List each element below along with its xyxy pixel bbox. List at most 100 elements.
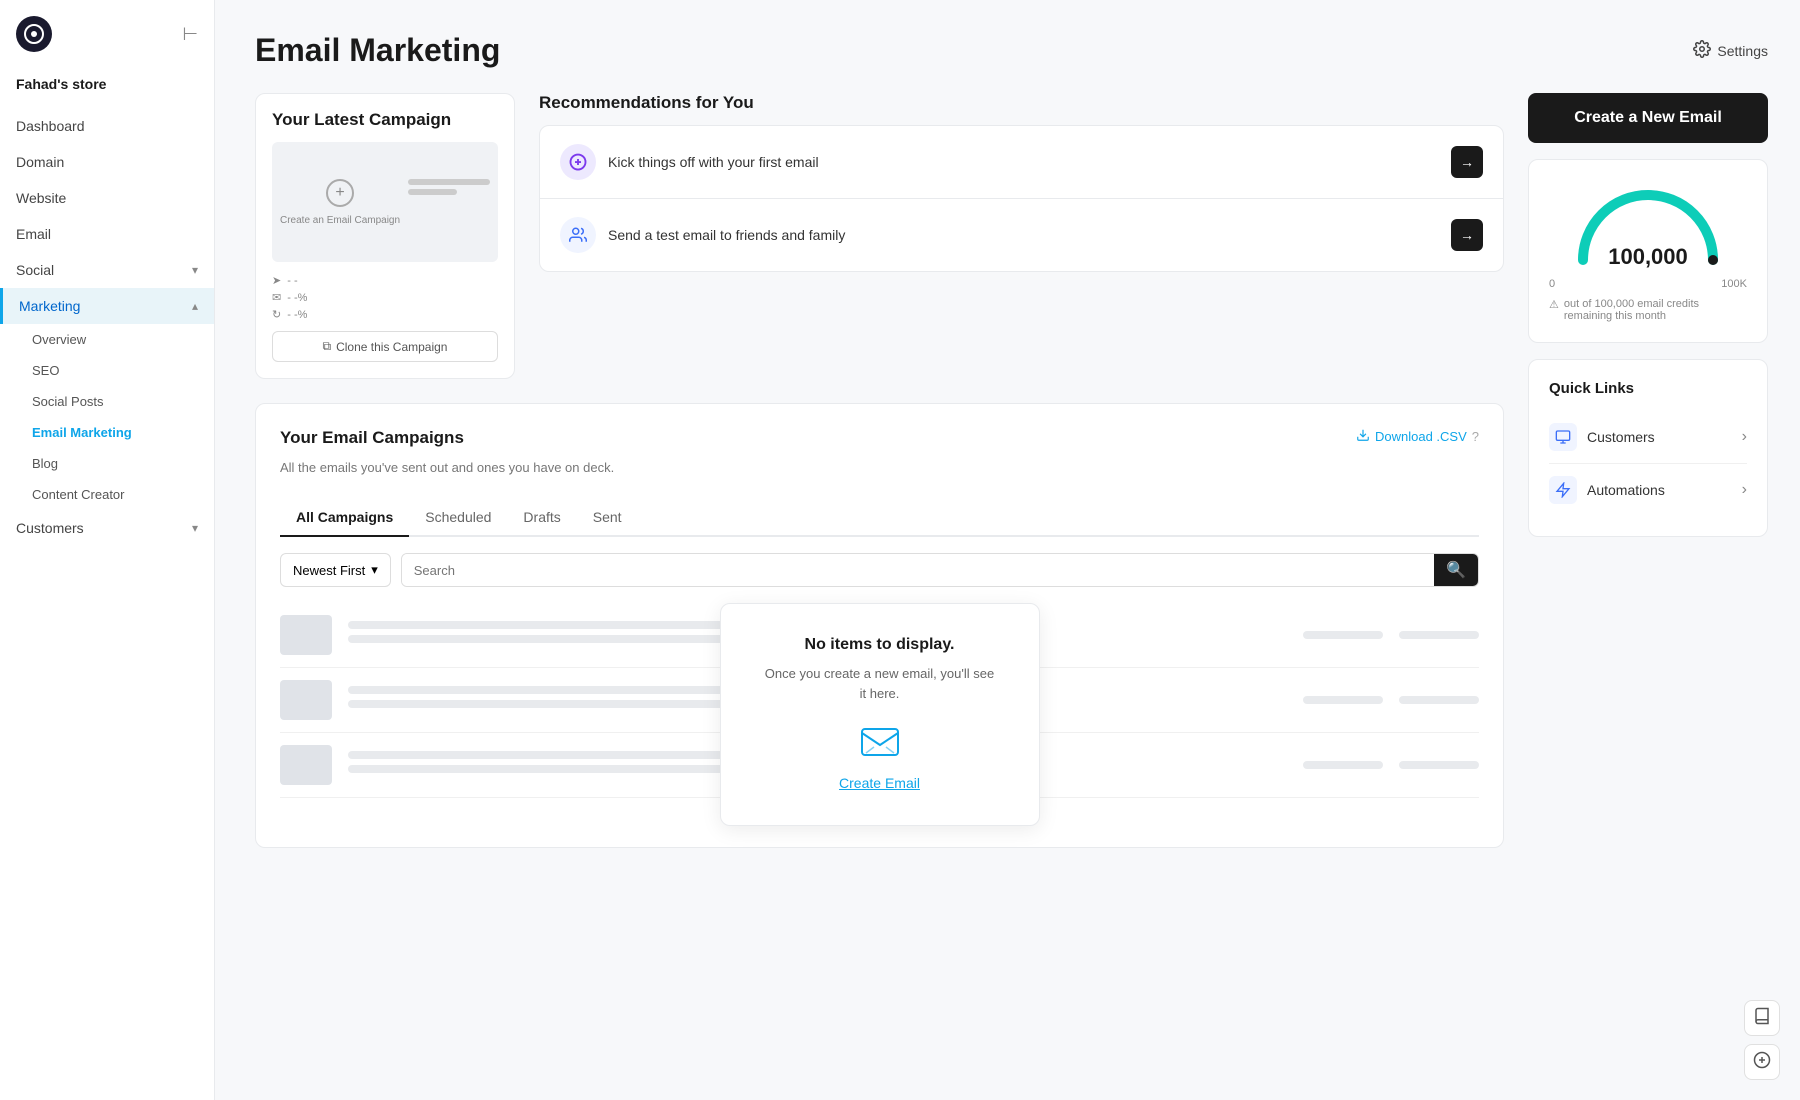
latest-campaign-title: Your Latest Campaign bbox=[272, 110, 498, 130]
sidebar-item-email[interactable]: Email bbox=[0, 216, 214, 252]
page-header: Email Marketing Settings bbox=[255, 32, 1768, 69]
stat-row: ➤ - - bbox=[272, 274, 498, 287]
quick-links-card: Quick Links Customers › bbox=[1528, 359, 1768, 537]
sidebar-collapse-button[interactable]: ⊢ bbox=[182, 24, 198, 45]
sidebar-item-marketing[interactable]: Marketing ▴ bbox=[0, 288, 214, 324]
gear-icon bbox=[1693, 40, 1711, 61]
tab-scheduled[interactable]: Scheduled bbox=[409, 499, 507, 537]
preview-line-short bbox=[408, 189, 457, 195]
plus-icon: + bbox=[326, 179, 354, 207]
sidebar-item-label: Dashboard bbox=[16, 118, 85, 134]
campaigns-header: Your Email Campaigns All the emails you'… bbox=[280, 428, 1479, 495]
sidebar-item-content-creator[interactable]: Content Creator bbox=[0, 479, 214, 510]
download-csv-button[interactable]: Download .CSV ? bbox=[1356, 428, 1479, 445]
email-icon: ✉ bbox=[272, 291, 281, 304]
sidebar-item-website[interactable]: Website bbox=[0, 180, 214, 216]
clone-campaign-button[interactable]: ⧉ Clone this Campaign bbox=[272, 331, 498, 362]
skeleton-line bbox=[348, 635, 724, 643]
sidebar-item-email-marketing[interactable]: Email Marketing bbox=[0, 417, 214, 448]
search-input[interactable] bbox=[402, 554, 1434, 586]
create-new-email-button[interactable]: Create a New Email bbox=[1528, 93, 1768, 143]
book-icon-button[interactable] bbox=[1744, 1000, 1780, 1036]
skeleton-thumb bbox=[280, 615, 332, 655]
campaign-table: No items to display. Once you create a n… bbox=[280, 603, 1479, 823]
latest-campaign-card: Your Latest Campaign + Create an Email C… bbox=[255, 93, 515, 379]
sidebar-item-domain[interactable]: Domain bbox=[0, 144, 214, 180]
sparkle-icon bbox=[1753, 1051, 1771, 1074]
download-icon bbox=[1356, 428, 1370, 445]
sidebar-item-social[interactable]: Social ▾ bbox=[0, 252, 214, 288]
stat-value: - -% bbox=[287, 309, 307, 321]
skeleton-col bbox=[1303, 696, 1383, 704]
skeleton-thumb bbox=[280, 680, 332, 720]
gauge-value: 100,000 bbox=[1608, 244, 1688, 270]
recommendations-title: Recommendations for You bbox=[539, 93, 1504, 113]
sidebar-item-dashboard[interactable]: Dashboard bbox=[0, 108, 214, 144]
content-main: Your Latest Campaign + Create an Email C… bbox=[255, 93, 1504, 848]
sort-select[interactable]: Newest First ▾ bbox=[280, 553, 391, 587]
recommendations-section: Recommendations for You Kick things off … bbox=[539, 93, 1504, 379]
quick-link-label: Customers bbox=[1587, 429, 1655, 445]
skeleton-col bbox=[1399, 761, 1479, 769]
sidebar-item-label: Email bbox=[16, 226, 51, 242]
rec-item-test-email[interactable]: Send a test email to friends and family … bbox=[540, 199, 1503, 271]
sidebar-item-label: Domain bbox=[16, 154, 64, 170]
chevron-up-icon: ▴ bbox=[192, 299, 198, 313]
sparkle-icon-button[interactable] bbox=[1744, 1044, 1780, 1080]
campaigns-title: Your Email Campaigns bbox=[280, 428, 614, 448]
rec-item-first-email[interactable]: Kick things off with your first email → bbox=[540, 126, 1503, 199]
tab-all-campaigns[interactable]: All Campaigns bbox=[280, 499, 409, 537]
skeleton-col bbox=[1399, 631, 1479, 639]
help-icon: ? bbox=[1472, 429, 1479, 444]
quick-link-automations[interactable]: Automations › bbox=[1549, 464, 1747, 516]
sidebar-item-social-posts[interactable]: Social Posts bbox=[0, 386, 214, 417]
skeleton-thumb bbox=[280, 745, 332, 785]
recommendations-card: Kick things off with your first email → … bbox=[539, 125, 1504, 272]
download-csv-label: Download .CSV bbox=[1375, 429, 1467, 444]
campaign-create-icon-area: + Create an Email Campaign bbox=[280, 179, 400, 226]
skeleton-col bbox=[1399, 696, 1479, 704]
gauge-max-label: 100K bbox=[1721, 278, 1747, 290]
sidebar: ⊢ Fahad's store Dashboard Domain Website… bbox=[0, 0, 215, 1100]
search-button[interactable]: 🔍 bbox=[1434, 554, 1478, 586]
sort-label: Newest First bbox=[293, 563, 365, 578]
search-input-wrap: 🔍 bbox=[401, 553, 1479, 587]
empty-desc: Once you create a new email, you'll see … bbox=[761, 664, 999, 703]
sidebar-item-blog[interactable]: Blog bbox=[0, 448, 214, 479]
preview-lines bbox=[400, 179, 490, 226]
sidebar-item-overview[interactable]: Overview bbox=[0, 324, 214, 355]
quick-link-customers[interactable]: Customers › bbox=[1549, 411, 1747, 464]
gauge-warning: ⚠ out of 100,000 email credits remaining… bbox=[1549, 298, 1747, 322]
sidebar-item-customers[interactable]: Customers ▾ bbox=[0, 510, 214, 546]
settings-label: Settings bbox=[1717, 43, 1768, 59]
gauge-labels: 0 100K bbox=[1549, 278, 1747, 290]
gauge-warning-text: out of 100,000 email credits remaining t… bbox=[1564, 298, 1747, 322]
sidebar-item-seo[interactable]: SEO bbox=[0, 355, 214, 386]
sidebar-item-label: Marketing bbox=[19, 298, 80, 314]
warning-icon: ⚠ bbox=[1549, 298, 1559, 311]
rec-arrow-icon: → bbox=[1451, 146, 1483, 178]
stat-row: ↻ - -% bbox=[272, 308, 498, 321]
send-icon: ➤ bbox=[272, 274, 281, 287]
bottom-icons bbox=[1744, 1000, 1780, 1080]
app-logo bbox=[16, 16, 52, 52]
empty-title: No items to display. bbox=[761, 636, 999, 654]
create-email-link[interactable]: Create Email bbox=[839, 775, 920, 791]
search-row: Newest First ▾ 🔍 bbox=[280, 553, 1479, 587]
campaign-create-label: Create an Email Campaign bbox=[280, 215, 400, 226]
gauge-min-label: 0 bbox=[1549, 278, 1555, 290]
campaign-preview: + Create an Email Campaign bbox=[272, 142, 498, 262]
gauge-wrap: 100,000 bbox=[1568, 180, 1728, 270]
settings-button[interactable]: Settings bbox=[1693, 40, 1768, 61]
quick-links-title: Quick Links bbox=[1549, 380, 1747, 397]
sidebar-item-label: Customers bbox=[16, 520, 84, 536]
campaigns-section: Your Email Campaigns All the emails you'… bbox=[255, 403, 1504, 848]
store-name: Fahad's store bbox=[0, 68, 214, 108]
tab-sent[interactable]: Sent bbox=[577, 499, 638, 537]
stat-row: ✉ - -% bbox=[272, 291, 498, 304]
campaign-stats: ➤ - - ✉ - -% ↻ - -% bbox=[272, 274, 498, 321]
top-row: Your Latest Campaign + Create an Email C… bbox=[255, 93, 1504, 379]
content-layout: Your Latest Campaign + Create an Email C… bbox=[255, 93, 1768, 848]
tab-drafts[interactable]: Drafts bbox=[507, 499, 576, 537]
sidebar-top: ⊢ bbox=[0, 16, 214, 68]
